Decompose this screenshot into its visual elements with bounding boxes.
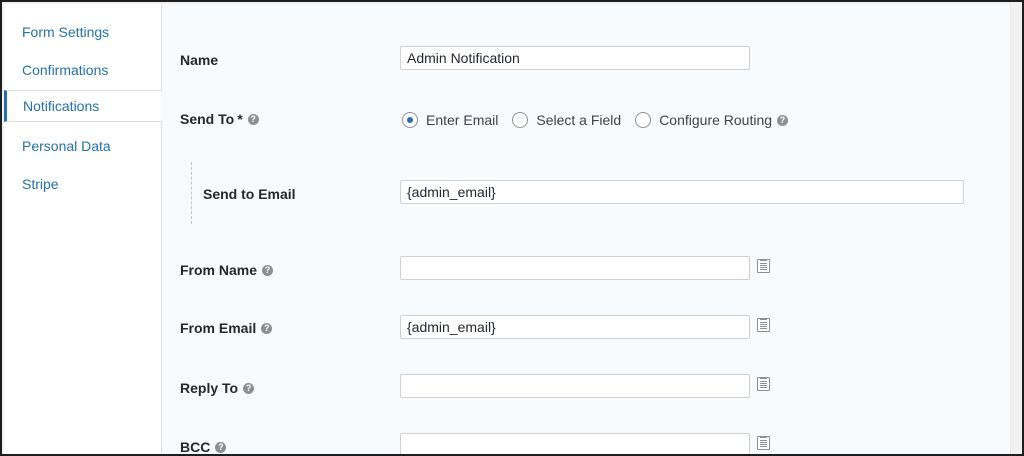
reply-to-input[interactable] bbox=[400, 374, 750, 398]
merge-tag-icon[interactable] bbox=[757, 377, 770, 391]
required-mark: * bbox=[237, 111, 243, 127]
merge-tag-icon[interactable] bbox=[757, 436, 770, 450]
bcc-input[interactable] bbox=[400, 433, 750, 454]
settings-sidebar: Form Settings Confirmations Notification… bbox=[4, 4, 162, 454]
radio-select-a-field-label: Select a Field bbox=[536, 112, 622, 128]
window-frame: Form Settings Confirmations Notification… bbox=[0, 0, 1024, 456]
question-circle-icon[interactable]: ? bbox=[777, 114, 789, 126]
from-email-input[interactable]: {admin_email} bbox=[400, 315, 750, 339]
question-circle-icon[interactable]: ? bbox=[247, 113, 259, 125]
sidebar-item-form-settings[interactable]: Form Settings bbox=[4, 16, 162, 48]
radio-button-checked-icon[interactable] bbox=[402, 112, 418, 128]
from-name-label: From Name ? bbox=[180, 261, 274, 279]
sidebar-item-personal-data[interactable]: Personal Data bbox=[4, 130, 162, 162]
from-name-input[interactable] bbox=[400, 256, 750, 280]
question-circle-icon[interactable]: ? bbox=[262, 264, 274, 276]
send-to-email-label: Send to Email bbox=[203, 186, 296, 202]
bcc-label: BCC ? bbox=[180, 438, 227, 454]
question-circle-icon[interactable]: ? bbox=[261, 322, 273, 334]
send-to-label: Send To * ? bbox=[180, 110, 259, 128]
radio-select-a-field[interactable]: Select a Field bbox=[512, 112, 621, 128]
radio-configure-routing-label: Configure Routing bbox=[659, 112, 773, 128]
nested-field-indicator bbox=[191, 162, 192, 224]
radio-configure-routing[interactable]: Configure Routing ? bbox=[635, 112, 789, 128]
panel-edge bbox=[1010, 4, 1022, 454]
reply-to-label: Reply To ? bbox=[180, 379, 255, 397]
sidebar-item-confirmations[interactable]: Confirmations bbox=[4, 54, 162, 86]
name-label: Name bbox=[180, 52, 219, 68]
radio-button-icon[interactable] bbox=[512, 112, 529, 128]
question-circle-icon[interactable]: ? bbox=[243, 382, 255, 394]
merge-tag-icon[interactable] bbox=[757, 259, 770, 273]
send-to-radio-group: Enter Email Select a Field Configure Rou… bbox=[402, 110, 802, 130]
name-input[interactable]: Admin Notification bbox=[400, 46, 750, 70]
merge-tag-icon[interactable] bbox=[757, 318, 770, 332]
question-circle-icon[interactable]: ? bbox=[215, 441, 227, 453]
radio-enter-email-label: Enter Email bbox=[426, 112, 499, 128]
sidebar-item-notifications[interactable]: Notifications bbox=[4, 90, 162, 122]
radio-button-icon[interactable] bbox=[635, 112, 652, 128]
send-to-email-input[interactable]: {admin_email} bbox=[400, 180, 964, 204]
from-email-label: From Email ? bbox=[180, 319, 273, 337]
sidebar-item-stripe[interactable]: Stripe bbox=[4, 168, 162, 200]
radio-enter-email[interactable]: Enter Email bbox=[402, 112, 498, 128]
